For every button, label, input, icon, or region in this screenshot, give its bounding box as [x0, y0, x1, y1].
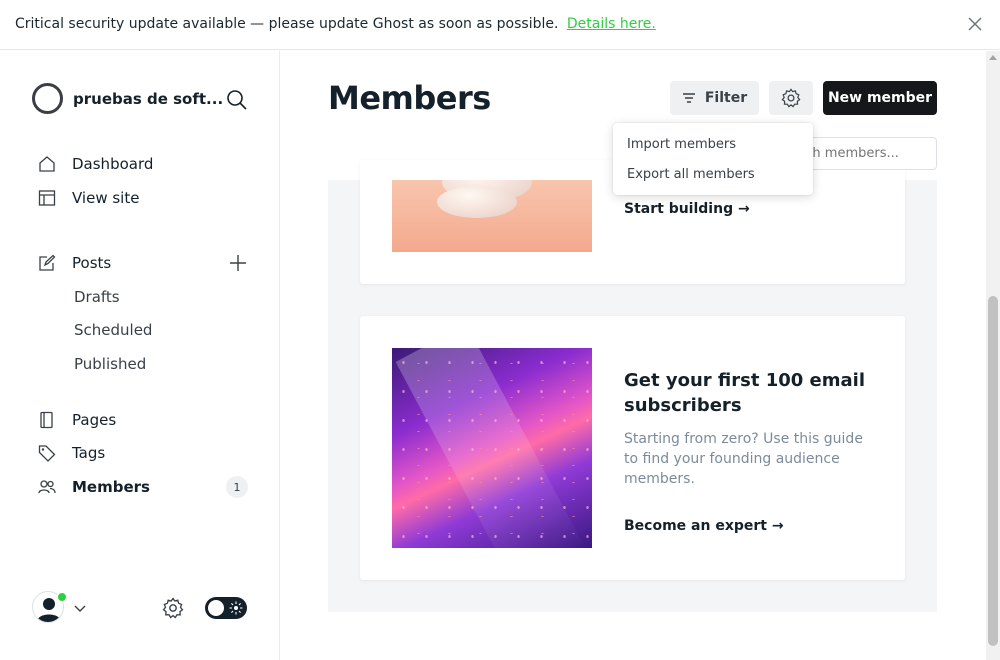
members-icon [38, 480, 56, 494]
theme-toggle[interactable] [205, 597, 247, 619]
guide-description: Starting from zero? Use this guide to fi… [624, 431, 863, 487]
guide-image [392, 348, 592, 548]
site-brand[interactable]: pruebas de soft... [32, 83, 223, 114]
online-status-dot [57, 592, 67, 602]
plus-icon[interactable] [228, 253, 248, 273]
sidebar-item-label: Pages [72, 411, 117, 429]
sidebar-item-label: Dashboard [72, 155, 154, 173]
gear-icon [781, 88, 801, 108]
chevron-down-icon[interactable] [73, 601, 87, 615]
new-member-button[interactable]: New member [823, 81, 937, 115]
site-name: pruebas de soft... [73, 89, 224, 108]
banner-text: Critical security update available — ple… [15, 16, 656, 32]
security-banner: Critical security update available — ple… [0, 0, 1000, 50]
sidebar: pruebas de soft... Dashboard View site P… [0, 51, 280, 660]
main-content: Start building → Get your first 100 emai… [281, 51, 986, 660]
sidebar-item-label: Tags [72, 444, 106, 462]
become-expert-link[interactable]: Become an expert → [624, 518, 784, 534]
sidebar-item-pages[interactable]: Pages [38, 409, 116, 431]
scroll-up-arrow-icon[interactable] [989, 55, 997, 60]
sidebar-item-label: Posts [72, 254, 112, 272]
page-icon [40, 411, 53, 429]
sidebar-item-label: Members [72, 478, 150, 496]
layout-icon [38, 190, 56, 206]
settings-dropdown-menu: Import members Export all members [613, 123, 813, 195]
filter-icon [682, 93, 695, 103]
scrollbar-thumb[interactable] [988, 296, 998, 646]
toggle-knob [208, 600, 224, 616]
tag-icon [38, 445, 56, 462]
sidebar-item-scheduled[interactable]: Scheduled [74, 321, 152, 339]
start-building-link[interactable]: Start building → [624, 201, 750, 217]
close-icon[interactable] [966, 15, 984, 33]
guide-card-email-subscribers: Get your first 100 email subscribers Sta… [360, 316, 905, 580]
sidebar-item-published[interactable]: Published [74, 355, 146, 373]
gear-icon[interactable] [162, 597, 184, 619]
site-logo [32, 83, 63, 114]
sidebar-item-view-site[interactable]: View site [38, 187, 139, 209]
sidebar-item-dashboard[interactable]: Dashboard [38, 153, 153, 175]
members-count-badge: 1 [226, 476, 248, 498]
menu-item-import-members[interactable]: Import members [627, 137, 736, 152]
image-blob [437, 186, 517, 218]
sidebar-item-members[interactable]: Members [38, 476, 150, 498]
sidebar-item-tags[interactable]: Tags [38, 442, 105, 464]
search-icon[interactable] [226, 89, 248, 111]
page-title: Members [328, 79, 491, 117]
sidebar-item-posts[interactable]: Posts [38, 252, 111, 274]
guide-image [392, 180, 592, 252]
banner-message: Critical security update available — ple… [15, 16, 559, 32]
filter-label: Filter [704, 90, 748, 106]
edit-icon [39, 254, 56, 271]
onboarding-panel: Start building → Get your first 100 emai… [328, 160, 937, 612]
image-particles [392, 348, 592, 548]
menu-item-export-all-members[interactable]: Export all members [627, 167, 755, 182]
sidebar-item-label: View site [72, 189, 140, 207]
home-icon [39, 156, 55, 172]
sun-icon [229, 601, 243, 615]
banner-details-link[interactable]: Details here. [567, 16, 656, 32]
guide-title: Get your first 100 email subscribers [624, 370, 866, 416]
filter-button[interactable]: Filter [670, 81, 759, 115]
sidebar-item-drafts[interactable]: Drafts [74, 288, 120, 306]
members-settings-button[interactable] [769, 81, 813, 115]
